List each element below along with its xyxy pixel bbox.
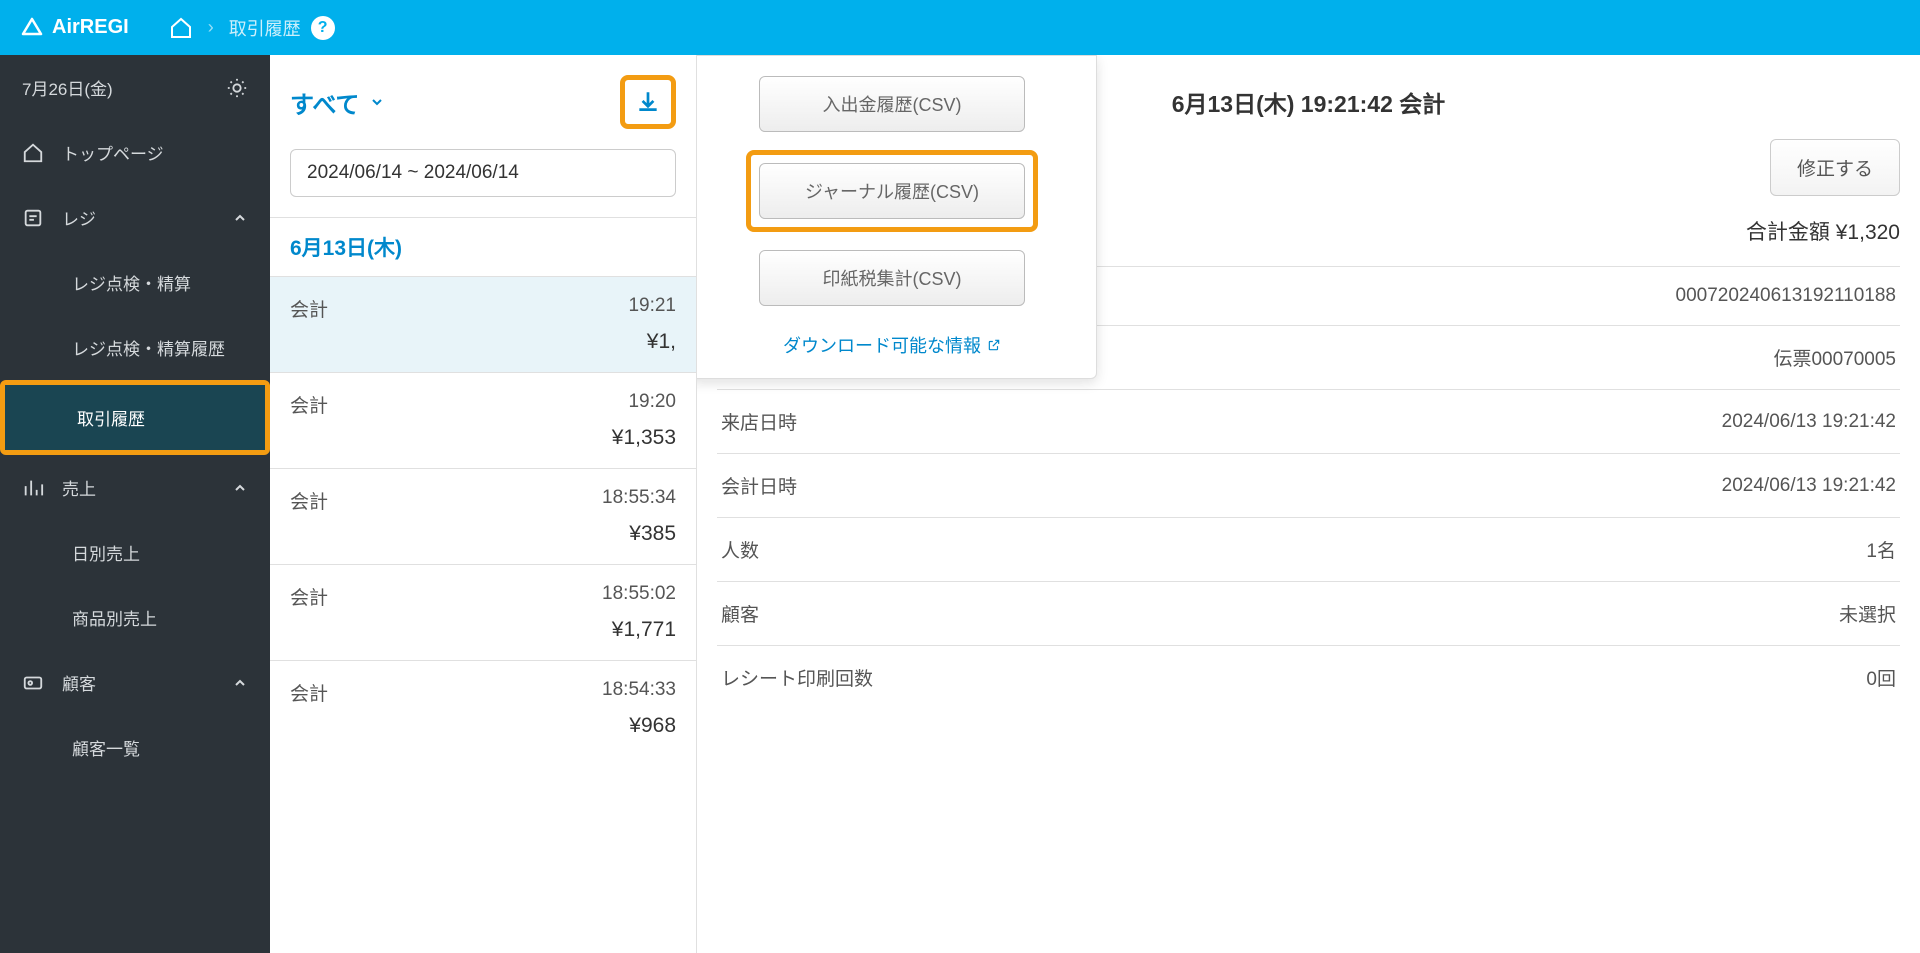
txn-time: 18:55:34 [602,487,676,514]
detail-row: レシート印刷回数 0回 [717,646,1900,710]
filter-dropdown[interactable]: すべて [290,85,385,120]
download-csv-journal[interactable]: ジャーナル履歴(CSV) [759,163,1025,219]
transaction-row[interactable]: 会計 19:21 ¥1, [270,276,696,372]
download-info-text: ダウンロード可能な情報 [783,332,981,358]
detail-value: 0回 [1204,646,1900,710]
main-layout: 7月26日(金) トップページ レジ レジ点検・精算 レジ点検・精算履歴 取引履… [0,55,1920,953]
txn-type: 会計 [290,487,328,514]
nav-product-sales[interactable]: 商品別売上 [0,585,270,650]
nav-daily-sales[interactable]: 日別売上 [0,520,270,585]
detail-label: 人数 [717,518,1204,582]
logo[interactable]: AirREGI [20,16,129,40]
logo-text: AirREGI [52,16,129,39]
active-nav-highlight: 取引履歴 [0,380,270,455]
nav-customer-list[interactable]: 顧客一覧 [0,715,270,780]
logo-icon [20,16,44,40]
txn-type: 会計 [290,583,328,610]
nav-top-page-label: トップページ [62,140,164,165]
customer-icon [22,672,44,694]
detail-value: 2024/06/13 19:21:42 [1204,390,1900,454]
nav-customer-label: 顧客 [62,670,96,695]
home-breadcrumb: › 取引履歴 ? [169,15,335,41]
detail-value: 1名 [1204,518,1900,582]
transaction-row[interactable]: 会計 18:54:33 ¥968 [270,660,696,756]
txn-type: 会計 [290,391,328,418]
detail-label: 来店日時 [717,390,1204,454]
nav-register-check[interactable]: レジ点検・精算 [0,250,270,315]
txn-time: 18:54:33 [602,679,676,706]
sidebar: 7月26日(金) トップページ レジ レジ点検・精算 レジ点検・精算履歴 取引履… [0,55,270,953]
journal-csv-highlight: ジャーナル履歴(CSV) [746,150,1038,232]
chevron-down-icon [369,94,385,110]
list-header: すべて [270,55,696,149]
detail-value: 伝票00070005 [1204,326,1900,390]
txn-amount: ¥1,353 [290,426,676,450]
sun-icon[interactable] [226,77,248,99]
nav-register-history[interactable]: レジ点検・精算履歴 [0,315,270,380]
nav-top-page[interactable]: トップページ [0,120,270,185]
chevron-up-icon [232,675,248,691]
top-header: AirREGI › 取引履歴 ? [0,0,1920,55]
home-icon[interactable] [169,16,193,40]
nav-sales-label: 売上 [62,475,96,500]
help-icon[interactable]: ? [311,16,335,40]
detail-value: 2024/06/13 19:21:42 [1204,454,1900,518]
transaction-row[interactable]: 会計 18:55:34 ¥385 [270,468,696,564]
chevron-up-icon [232,480,248,496]
txn-type: 会計 [290,295,328,322]
download-icon [635,89,661,115]
breadcrumb-current: 取引履歴 [229,15,301,41]
txn-amount: ¥1, [290,330,676,354]
date-range-input[interactable]: 2024/06/14 ~ 2024/06/14 [290,149,676,197]
download-button[interactable] [620,75,676,129]
txn-amount: ¥968 [290,714,676,738]
txn-time: 19:21 [628,295,676,322]
transaction-list-panel: すべて 2024/06/14 ~ 2024/06/14 6月13日(木) 会計 … [270,55,697,953]
date-group-header: 6月13日(木) [270,217,696,276]
edit-button[interactable]: 修正する [1770,139,1900,196]
detail-row: 来店日時 2024/06/13 19:21:42 [717,390,1900,454]
register-icon [22,207,44,229]
chevron-up-icon [232,210,248,226]
detail-row: 人数 1名 [717,518,1900,582]
sidebar-date: 7月26日(金) [22,75,113,100]
transaction-row[interactable]: 会計 19:20 ¥1,353 [270,372,696,468]
detail-panel: 入出金履歴(CSV) ジャーナル履歴(CSV) 印紙税集計(CSV) ダウンロー… [697,55,1920,953]
detail-row: 会計日時 2024/06/13 19:21:42 [717,454,1900,518]
nav-customer[interactable]: 顧客 [0,650,270,715]
transaction-row[interactable]: 会計 18:55:02 ¥1,771 [270,564,696,660]
transaction-list: 会計 19:21 ¥1, 会計 19:20 ¥1,353 会計 18:55:34… [270,276,696,756]
nav-transaction-history[interactable]: 取引履歴 [5,385,265,450]
detail-value: 未選択 [1204,582,1900,646]
download-csv-deposits[interactable]: 入出金履歴(CSV) [759,76,1025,132]
download-popup: 入出金履歴(CSV) ジャーナル履歴(CSV) 印紙税集計(CSV) ダウンロー… [697,55,1097,379]
filter-label: すべて [290,85,359,120]
txn-type: 会計 [290,679,328,706]
sidebar-date-row: 7月26日(金) [0,55,270,120]
detail-label: レシート印刷回数 [717,646,1204,710]
txn-amount: ¥1,771 [290,618,676,642]
breadcrumb-separator: › [208,17,214,38]
nav-sales[interactable]: 売上 [0,455,270,520]
txn-amount: ¥385 [290,522,676,546]
detail-value: 000720240613192110188 [1204,267,1900,326]
chart-icon [22,477,44,499]
txn-time: 19:20 [628,391,676,418]
detail-label: 顧客 [717,582,1204,646]
download-csv-stamp-tax[interactable]: 印紙税集計(CSV) [759,250,1025,306]
txn-time: 18:55:02 [602,583,676,610]
detail-label: 会計日時 [717,454,1204,518]
home-nav-icon [22,142,44,164]
detail-row: 顧客 未選択 [717,582,1900,646]
external-link-icon [987,338,1001,352]
download-info-link[interactable]: ダウンロード可能な情報 [783,332,1001,358]
nav-register[interactable]: レジ [0,185,270,250]
nav-register-label: レジ [62,205,96,230]
